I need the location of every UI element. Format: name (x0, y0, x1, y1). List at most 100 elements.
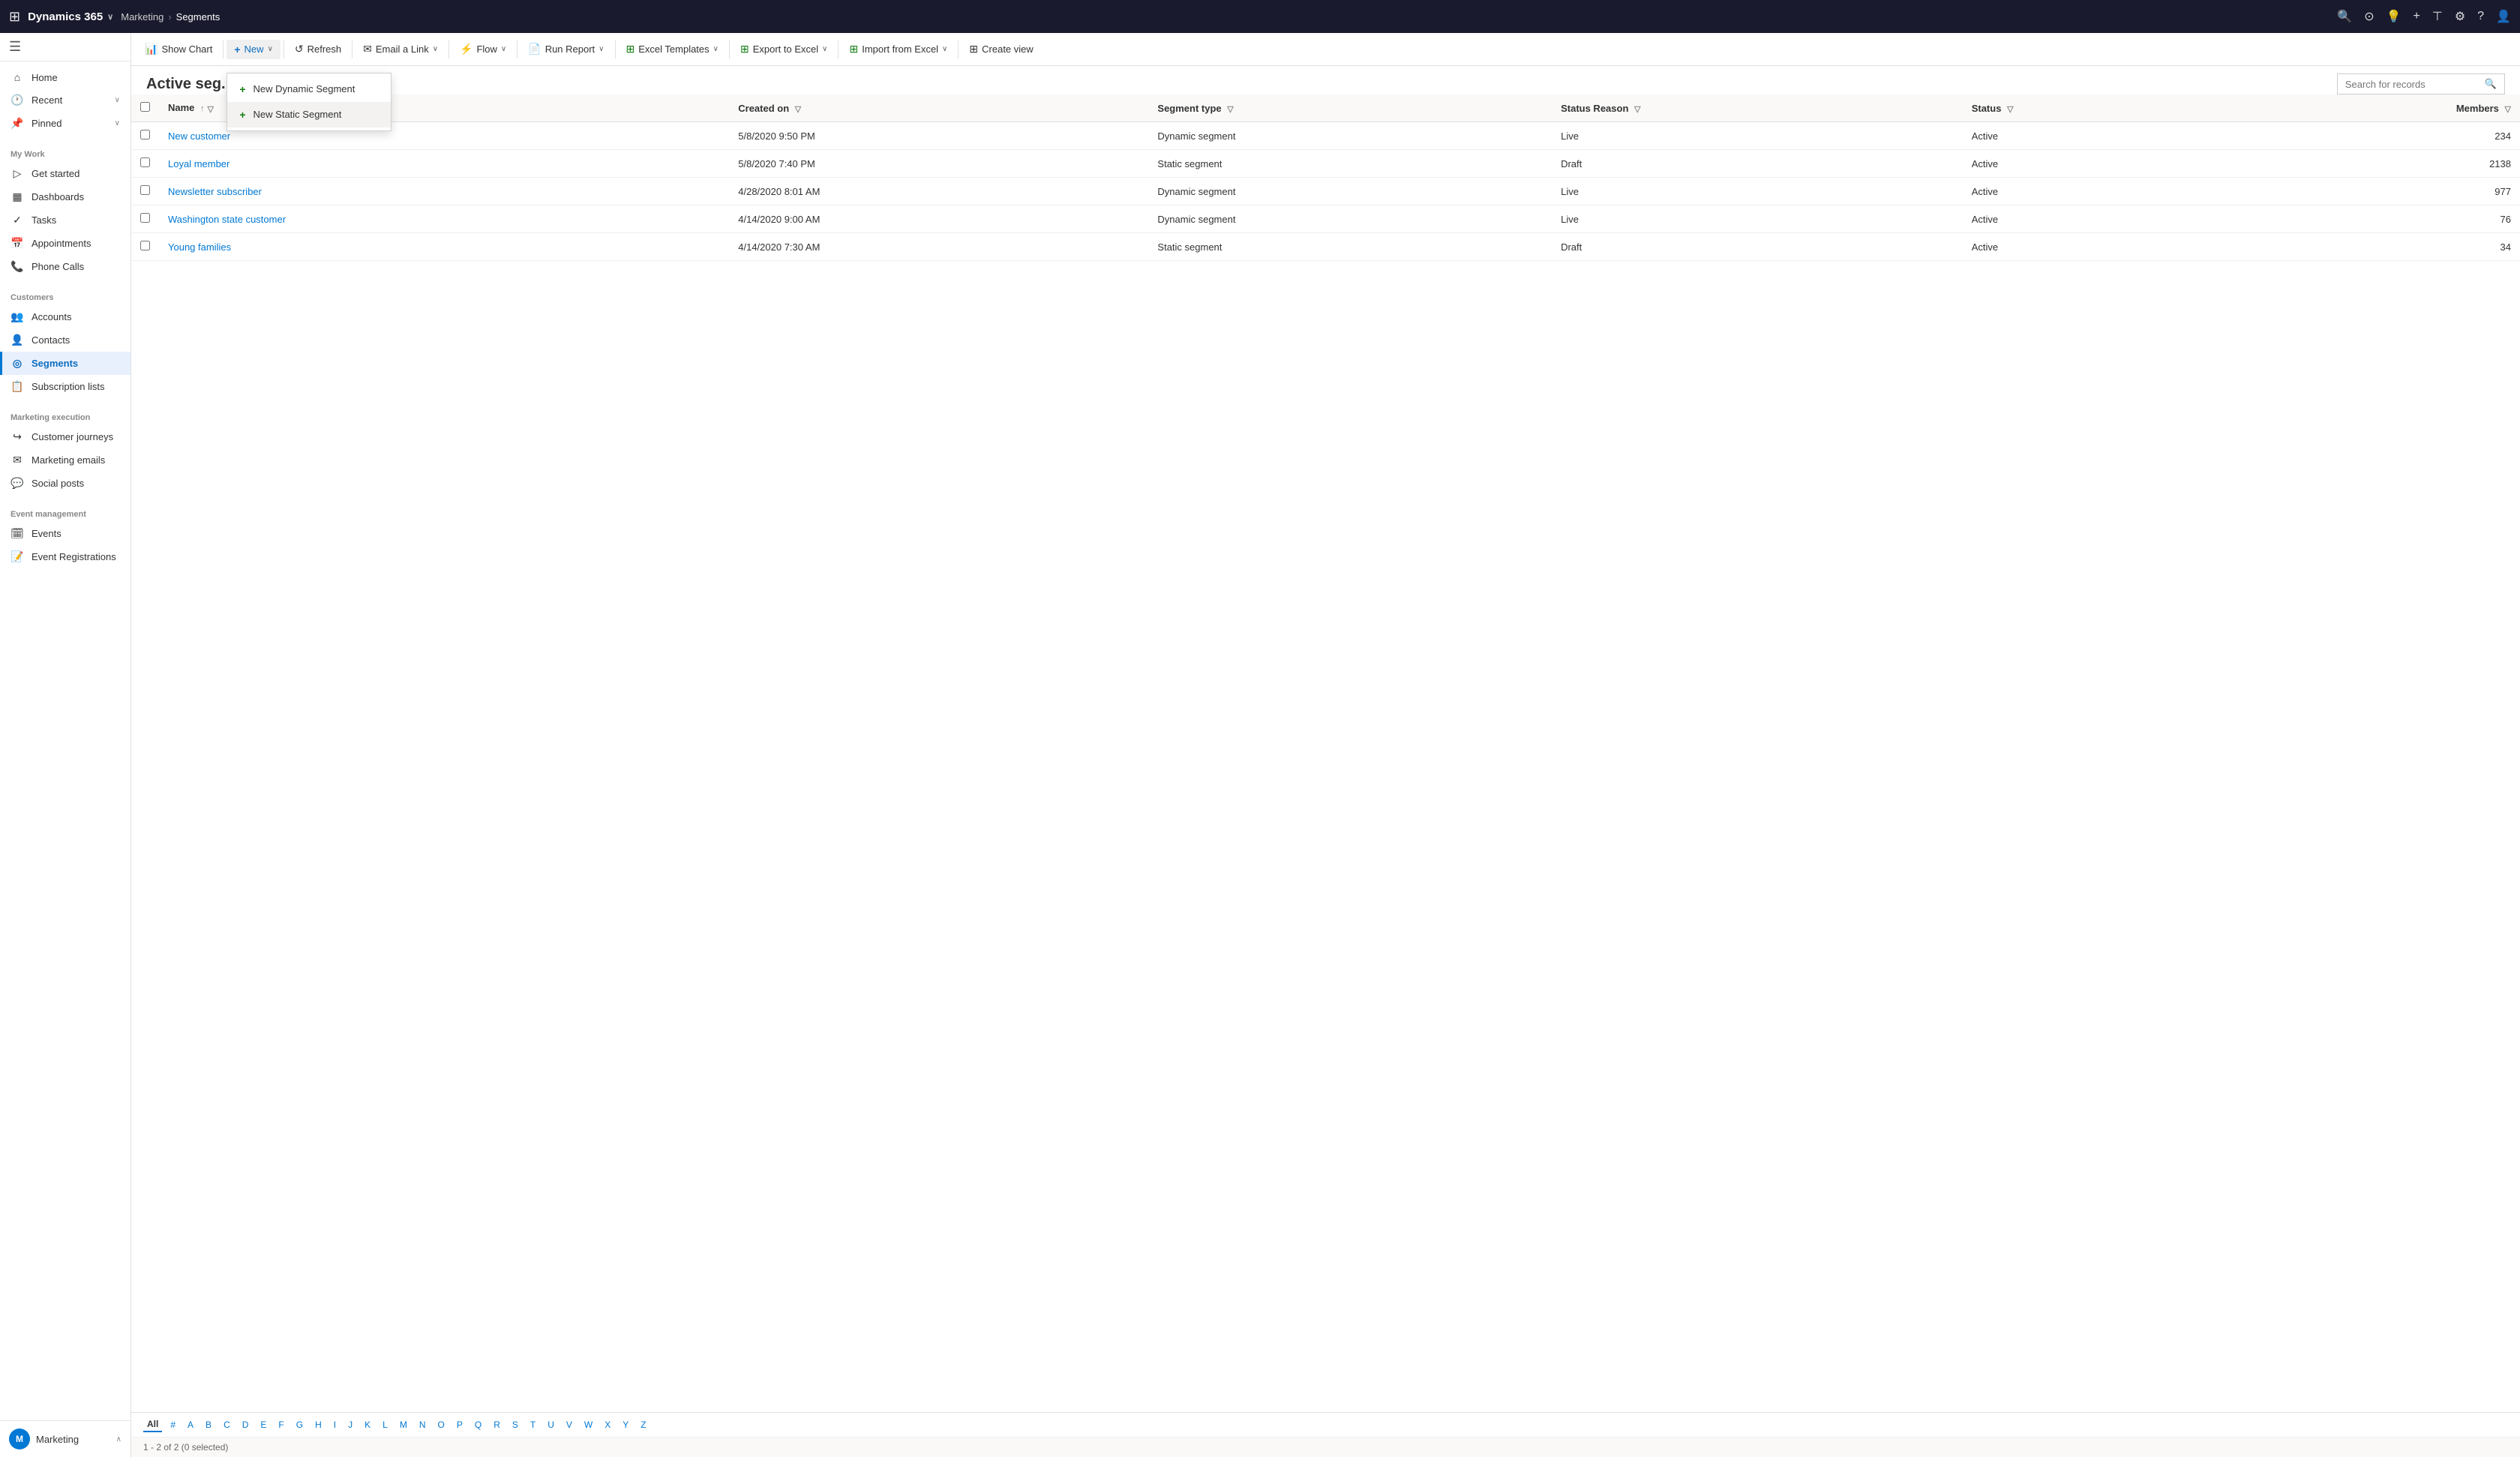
sidebar-item-tasks[interactable]: ✓ Tasks (0, 208, 130, 232)
export-excel-button[interactable]: ⊞ Export to Excel ∨ (733, 39, 836, 59)
sidebar-item-subscription-lists[interactable]: 📋 Subscription lists (0, 375, 130, 398)
user-icon[interactable]: 👤 (2496, 9, 2511, 24)
status-reason-filter-icon[interactable]: ▽ (1634, 104, 1640, 114)
alpha-item-t[interactable]: T (526, 1418, 539, 1432)
name-filter-icon[interactable]: ▽ (208, 104, 214, 114)
excel-templates-button[interactable]: ⊞ Excel Templates ∨ (619, 39, 726, 59)
import-excel-button[interactable]: ⊞ Import from Excel ∨ (842, 39, 955, 59)
alpha-item-all[interactable]: All (143, 1417, 162, 1432)
settings-circle-icon[interactable]: ⊙ (2364, 9, 2374, 24)
search-icon[interactable]: 🔍 (2337, 9, 2352, 24)
sidebar-item-dashboards[interactable]: ▦ Dashboards (0, 185, 130, 208)
alpha-item-e[interactable]: E (256, 1418, 270, 1432)
alpha-item-i[interactable]: I (330, 1418, 340, 1432)
segment-type-filter-icon[interactable]: ▽ (1227, 104, 1233, 114)
alpha-item-h[interactable]: H (311, 1418, 326, 1432)
excel-templates-caret[interactable]: ∨ (713, 45, 718, 53)
sidebar-item-marketing-emails[interactable]: ✉ Marketing emails (0, 448, 130, 472)
alpha-item-r[interactable]: R (490, 1418, 504, 1432)
alpha-item-k[interactable]: K (361, 1418, 374, 1432)
add-icon[interactable]: + (2414, 10, 2420, 23)
row-name-link[interactable]: Young families (168, 241, 231, 253)
sidebar-item-contacts[interactable]: 👤 Contacts (0, 328, 130, 352)
export-excel-caret[interactable]: ∨ (822, 45, 827, 53)
sidebar-item-home[interactable]: ⌂ Home (0, 66, 130, 88)
alpha-item-p[interactable]: P (453, 1418, 466, 1432)
row-created-on: 4/28/2020 8:01 AM (729, 178, 1148, 205)
alpha-item-a[interactable]: A (184, 1418, 197, 1432)
alpha-item-n[interactable]: N (416, 1418, 430, 1432)
sidebar-item-social-posts[interactable]: 💬 Social posts (0, 472, 130, 495)
new-button[interactable]: + New ∨ (226, 40, 280, 59)
breadcrumb-current: Segments (176, 11, 220, 22)
alpha-item-m[interactable]: M (396, 1418, 411, 1432)
import-excel-caret[interactable]: ∨ (942, 45, 947, 53)
alpha-item-w[interactable]: W (580, 1418, 596, 1432)
user-expand-icon[interactable]: ∧ (116, 1435, 122, 1444)
filter-icon[interactable]: ⊤ (2432, 9, 2443, 24)
brand-chevron[interactable]: ∨ (107, 12, 113, 22)
run-report-caret[interactable]: ∨ (598, 45, 604, 53)
help-bulb-icon[interactable]: 💡 (2386, 9, 2402, 24)
create-view-button[interactable]: ⊞ Create view (962, 39, 1040, 59)
apps-grid-icon[interactable]: ⊞ (9, 9, 20, 25)
status-filter-icon[interactable]: ▽ (2007, 104, 2013, 114)
alpha-item-q[interactable]: Q (471, 1418, 485, 1432)
sidebar-item-recent[interactable]: 🕐 Recent ∨ (0, 88, 130, 112)
email-link-button[interactable]: ✉ Email a Link ∨ (356, 39, 446, 59)
email-link-caret[interactable]: ∨ (433, 45, 438, 53)
created-on-filter-icon[interactable]: ▽ (795, 104, 801, 114)
row-name-link[interactable]: Newsletter subscriber (168, 186, 262, 197)
alpha-item-s[interactable]: S (508, 1418, 522, 1432)
row-checkbox[interactable] (140, 157, 150, 167)
row-checkbox[interactable] (140, 241, 150, 250)
row-name-link[interactable]: Loyal member (168, 158, 230, 169)
alpha-item-j[interactable]: J (344, 1418, 356, 1432)
name-sort-icon[interactable]: ↑ (200, 104, 205, 113)
refresh-button[interactable]: ↺ Refresh (287, 39, 349, 59)
sidebar-item-pinned[interactable]: 📌 Pinned ∨ (0, 112, 130, 135)
alpha-item-f[interactable]: F (274, 1418, 287, 1432)
row-checkbox[interactable] (140, 130, 150, 139)
row-checkbox[interactable] (140, 213, 150, 223)
row-name-link[interactable]: New customer (168, 130, 230, 142)
run-report-button[interactable]: 📄 Run Report ∨ (520, 39, 611, 59)
flow-caret[interactable]: ∨ (501, 45, 506, 53)
alpha-item-z[interactable]: Z (637, 1418, 650, 1432)
sidebar-item-segments[interactable]: ◎ Segments (0, 352, 130, 375)
alpha-item-x[interactable]: X (601, 1418, 614, 1432)
show-chart-button[interactable]: 📊 Show Chart (137, 39, 220, 59)
breadcrumb: Marketing › Segments (121, 11, 220, 22)
alpha-item-l[interactable]: L (379, 1418, 392, 1432)
sidebar-user[interactable]: M Marketing ∧ (0, 1420, 130, 1457)
alpha-item-c[interactable]: C (220, 1418, 234, 1432)
sidebar-item-appointments[interactable]: 📅 Appointments (0, 232, 130, 255)
alpha-item-u[interactable]: U (544, 1418, 558, 1432)
sidebar-item-customer-journeys[interactable]: ↪ Customer journeys (0, 425, 130, 448)
alpha-item-o[interactable]: O (434, 1418, 448, 1432)
flow-button[interactable]: ⚡ Flow ∨ (452, 39, 514, 59)
new-static-segment-item[interactable]: + New Static Segment (227, 102, 391, 127)
row-name-link[interactable]: Washington state customer (168, 214, 286, 225)
sidebar-item-get-started[interactable]: ▷ Get started (0, 162, 130, 185)
members-filter-icon[interactable]: ▽ (2505, 104, 2511, 114)
breadcrumb-module[interactable]: Marketing (121, 11, 164, 22)
alpha-item-g[interactable]: G (292, 1418, 307, 1432)
alpha-item-b[interactable]: B (202, 1418, 215, 1432)
sidebar-item-phone-calls[interactable]: 📞 Phone Calls (0, 255, 130, 278)
row-checkbox[interactable] (140, 185, 150, 195)
help-icon[interactable]: ? (2477, 10, 2484, 23)
alpha-item-#[interactable]: # (166, 1418, 179, 1432)
alpha-item-d[interactable]: D (238, 1418, 253, 1432)
sidebar-toggle-icon[interactable]: ☰ (9, 39, 21, 54)
sidebar-item-events[interactable]: 🗓 Events (0, 522, 130, 545)
search-input[interactable] (2345, 79, 2480, 90)
alpha-item-y[interactable]: Y (619, 1418, 632, 1432)
gear-icon[interactable]: ⚙ (2455, 9, 2465, 24)
sidebar-item-event-registrations[interactable]: 📝 Event Registrations (0, 545, 130, 568)
alpha-item-v[interactable]: V (562, 1418, 576, 1432)
new-caret[interactable]: ∨ (268, 45, 273, 53)
sidebar-item-accounts[interactable]: 👥 Accounts (0, 305, 130, 328)
new-dynamic-segment-item[interactable]: + New Dynamic Segment (227, 76, 391, 102)
select-all-checkbox[interactable] (140, 102, 150, 112)
